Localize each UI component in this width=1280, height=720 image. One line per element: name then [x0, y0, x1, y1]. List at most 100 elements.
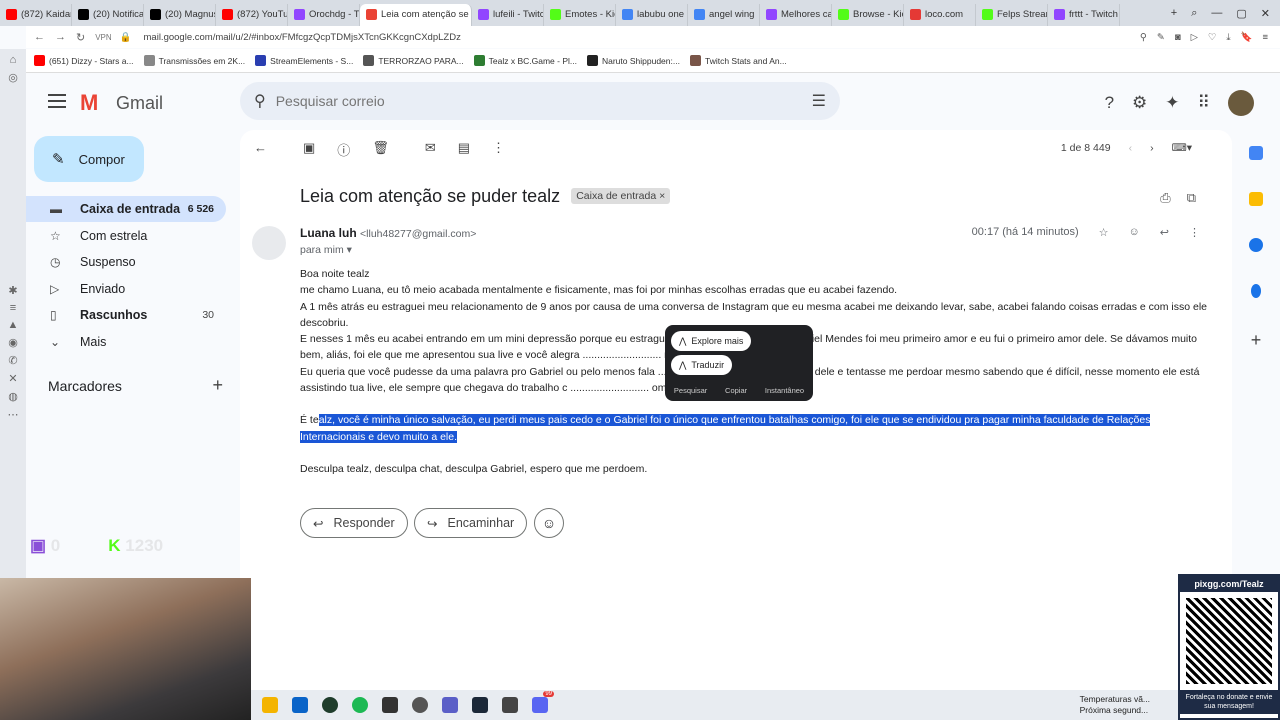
browser-tab[interactable]: Melhores cas: [760, 3, 832, 26]
mark-unread-icon[interactable]: ✉: [425, 140, 436, 159]
gmail-logo-icon[interactable]: M: [80, 90, 98, 116]
teams-icon[interactable]: [442, 697, 458, 713]
sender-name[interactable]: Luana luh: [300, 226, 357, 240]
app-icon[interactable]: [412, 697, 428, 713]
browser-tab[interactable]: lufeili - Twitc: [472, 3, 544, 26]
lock-icon[interactable]: 🔒: [120, 32, 132, 43]
delete-icon[interactable]: 🗑: [372, 140, 389, 159]
popup-instant[interactable]: Instantâneo: [765, 386, 804, 395]
reply-button[interactable]: ↩ Responder: [300, 508, 408, 538]
search-input[interactable]: [275, 93, 776, 109]
browser-tab[interactable]: angel wing: [688, 3, 760, 26]
bookmark-item[interactable]: TERRORZAO PARA...: [363, 55, 464, 66]
sidebar-app-icon[interactable]: ✆: [0, 354, 26, 367]
sidebar-app-icon[interactable]: ◎: [0, 71, 26, 84]
recipients[interactable]: para mim ▾: [300, 244, 352, 256]
back-arrow-icon[interactable]: ←: [254, 140, 267, 159]
open-new-window-icon[interactable]: ⧉: [1187, 190, 1196, 206]
sidebar-app-icon[interactable]: ▲: [0, 319, 26, 331]
browser-tab[interactable]: (20) Magnus: [144, 3, 216, 26]
vpn-badge[interactable]: VPN: [95, 33, 111, 42]
zoom-icon[interactable]: ⚲: [1140, 32, 1147, 43]
bookmark-item[interactable]: (651) Dizzy - Stars a...: [34, 55, 134, 66]
download-icon[interactable]: ⤓: [1226, 32, 1230, 43]
sidebar-app-icon[interactable]: ◍: [0, 390, 26, 403]
sidebar-more-icon[interactable]: ⋯: [0, 408, 26, 421]
move-to-icon[interactable]: ▤: [458, 140, 470, 159]
back-icon[interactable]: ←: [34, 31, 45, 44]
app-icon[interactable]: [322, 697, 338, 713]
close-window-button[interactable]: ✕: [1261, 7, 1270, 20]
play-icon[interactable]: ▷: [1191, 32, 1198, 43]
spotify-icon[interactable]: [352, 697, 368, 713]
calculator-icon[interactable]: [502, 697, 518, 713]
help-icon[interactable]: ?: [1105, 93, 1114, 113]
browser-tab[interactable]: (872) Kaidan: [0, 3, 72, 26]
archive-icon[interactable]: ▣: [303, 140, 315, 159]
browser-tab[interactable]: Emotes - Kic: [544, 3, 616, 26]
browser-tab[interactable]: Orochdg - T: [288, 3, 360, 26]
browser-tab[interactable]: Felps Stream: [976, 3, 1048, 26]
more-options-icon[interactable]: ⋮: [492, 140, 505, 159]
compose-button[interactable]: ✎ Compor: [34, 136, 144, 182]
weather-widget[interactable]: Temperaturas vã... Próxima segund...: [1080, 694, 1150, 716]
settings-gear-icon[interactable]: ⚙: [1132, 93, 1147, 113]
sidebar-home-icon[interactable]: ⌂: [0, 54, 26, 66]
tasks-icon[interactable]: [1249, 238, 1263, 252]
print-icon[interactable]: ⎙: [1160, 190, 1170, 206]
search-options-icon[interactable]: ☰: [812, 91, 826, 111]
reload-icon[interactable]: ↻: [76, 31, 85, 44]
bookmark-item[interactable]: Naruto Shippuden:...: [586, 55, 680, 66]
discord-icon[interactable]: 99: [532, 691, 554, 713]
remove-label-icon[interactable]: ×: [659, 190, 665, 202]
browser-tab[interactable]: (20) Notificaç: [72, 3, 144, 26]
add-app-icon[interactable]: +: [1232, 330, 1280, 351]
sidebar-app-icon[interactable]: ✕: [0, 372, 26, 385]
add-label-icon[interactable]: +: [212, 375, 223, 396]
forward-icon[interactable]: →: [55, 31, 66, 44]
new-tab-button[interactable]: +: [1171, 7, 1177, 20]
browser-tab[interactable]: (872) YouTub: [216, 3, 288, 26]
sidebar-item[interactable]: ▯ Rascunhos 30: [26, 302, 226, 328]
bookmark-icon[interactable]: 🔖: [1241, 32, 1253, 43]
prev-page-icon[interactable]: ‹: [1129, 142, 1133, 154]
camera-icon[interactable]: ◙: [1175, 32, 1181, 43]
search-tabs-icon[interactable]: ⌕: [1191, 7, 1197, 20]
avatar[interactable]: [1228, 90, 1254, 116]
url-field[interactable]: mail.google.com/mail/u/2/#inbox/FMfcgzQc…: [144, 32, 461, 43]
browser-tab[interactable]: loco.com: [904, 3, 976, 26]
forward-button[interactable]: ↪ Encaminhar: [414, 508, 528, 538]
steam-icon[interactable]: [472, 697, 488, 713]
search-bar[interactable]: ⚲ ☰: [240, 82, 840, 120]
sidebar-item[interactable]: ⌄ Mais: [26, 329, 226, 355]
apps-grid-icon[interactable]: ⠿: [1198, 93, 1210, 113]
search-icon[interactable]: ⚲: [254, 91, 266, 111]
translate-button[interactable]: ⋀ Traduzir: [671, 355, 733, 375]
emoji-button[interactable]: ☺: [534, 508, 564, 538]
outlook-icon[interactable]: [292, 697, 308, 713]
edit-icon[interactable]: ✎: [1157, 32, 1165, 43]
bookmark-item[interactable]: Twitch Stats and An...: [689, 55, 787, 66]
main-menu-icon[interactable]: [48, 94, 66, 108]
bookmark-item[interactable]: Transmissões em 2K...: [143, 55, 245, 66]
sidebar-item[interactable]: ☆ Com estrela: [26, 223, 226, 249]
reply-icon[interactable]: ↩: [1160, 226, 1169, 239]
star-icon[interactable]: ☆: [1099, 226, 1109, 239]
popup-copy[interactable]: Copiar: [725, 386, 747, 395]
keep-icon[interactable]: [1249, 192, 1263, 206]
browser-tab[interactable]: Leia com atenção se p: [360, 3, 472, 26]
next-page-icon[interactable]: ›: [1150, 142, 1154, 154]
popup-search[interactable]: Pesquisar: [674, 386, 707, 395]
bookmark-item[interactable]: Tealz x BC.Game - Pl...: [473, 55, 577, 66]
keyboard-icon[interactable]: ⌨▾: [1172, 142, 1192, 154]
contacts-icon[interactable]: [1251, 284, 1261, 298]
browser-tab[interactable]: Browse - Kic: [832, 3, 904, 26]
more-vert-icon[interactable]: ⋮: [1189, 226, 1200, 239]
explore-more-button[interactable]: ⋀ Explore mais: [671, 331, 752, 351]
inbox-chip[interactable]: Caixa de entrada ×: [571, 188, 671, 204]
calendar-icon[interactable]: [1249, 146, 1263, 160]
sidebar-app-icon[interactable]: ≡: [0, 302, 26, 314]
sidebar-app-icon[interactable]: ◉: [0, 336, 26, 349]
app-icon[interactable]: [382, 697, 398, 713]
browser-tab[interactable]: labubu one: [616, 3, 688, 26]
